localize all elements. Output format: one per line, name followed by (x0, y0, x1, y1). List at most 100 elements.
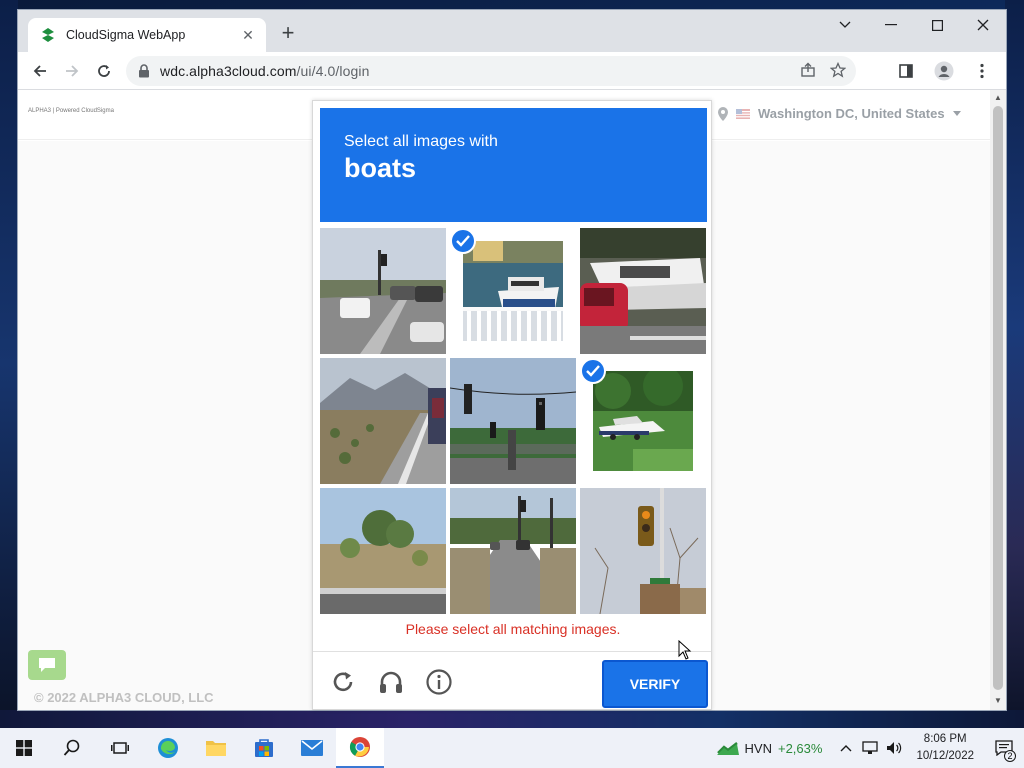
notification-count-badge: 2 (1004, 750, 1016, 762)
side-panel-icon (899, 64, 913, 78)
share-icon[interactable] (800, 62, 816, 78)
desktop-wallpaper-bottom (0, 710, 1024, 728)
clock-date: 10/12/2022 (916, 750, 974, 762)
taskbar-file-explorer[interactable] (192, 728, 240, 768)
alpha3-logo: ALPHA3 | Powered CloudSigma (28, 108, 114, 114)
windows-logo-icon (16, 740, 32, 756)
mouse-cursor-icon (678, 640, 692, 660)
url-text: wdc.alpha3cloud.com/ui/4.0/login (160, 63, 369, 79)
scrollbar-thumb[interactable] (993, 106, 1003, 690)
captcha-tile-4[interactable] (320, 358, 446, 484)
tab-search-button[interactable] (822, 10, 868, 40)
refresh-icon[interactable] (329, 668, 357, 696)
lock-icon (139, 64, 149, 78)
clock-time: 8:06 PM (923, 733, 967, 745)
captcha-tile-image (320, 358, 446, 484)
audio-challenge-icon[interactable] (377, 668, 405, 696)
location-label: Washington DC, United States (758, 106, 945, 121)
profile-button[interactable] (928, 55, 960, 87)
url-host: wdc.alpha3cloud.com (160, 63, 297, 79)
desktop-wallpaper-right (1005, 0, 1024, 728)
cloudsigma-favicon-icon (42, 28, 54, 42)
taskbar-clock[interactable]: 8:06 PM 10/12/2022 (916, 731, 974, 765)
captcha-tile-8[interactable] (450, 488, 576, 614)
stock-widget[interactable]: HVN +2,63% (716, 740, 823, 756)
captcha-tile-image (580, 488, 706, 614)
verify-button[interactable]: VERIFY (602, 660, 708, 708)
info-icon[interactable] (425, 668, 453, 696)
reload-button[interactable] (88, 55, 120, 87)
captcha-tile-image (463, 241, 563, 341)
notification-center-button[interactable]: 2 (984, 728, 1024, 768)
menu-button[interactable] (966, 55, 998, 87)
search-icon (63, 739, 80, 756)
close-window-button[interactable] (960, 10, 1006, 40)
tray-overflow-chevron-icon[interactable] (840, 744, 852, 752)
task-view-icon (111, 742, 129, 754)
edge-icon (158, 738, 178, 758)
taskbar-chrome[interactable] (336, 728, 384, 768)
captcha-tile-9[interactable] (580, 488, 706, 614)
scroll-up-arrow-icon[interactable]: ▲ (994, 93, 1002, 102)
task-view-button[interactable] (96, 728, 144, 768)
captcha-instruction: Select all images with (344, 133, 498, 150)
windows-taskbar: HVN +2,63% 8:06 PM 10/12/2022 2 (0, 728, 1024, 768)
stock-chart-icon (716, 742, 739, 755)
chat-button[interactable] (28, 650, 66, 680)
chat-bubble-icon (39, 658, 55, 672)
caret-down-icon (952, 111, 961, 116)
page-scrollbar[interactable]: ▲ ▼ (990, 90, 1006, 710)
volume-icon[interactable] (886, 741, 902, 755)
browser-toolbar: wdc.alpha3cloud.com/ui/4.0/login (18, 52, 1006, 90)
captcha-tile-3[interactable] (580, 228, 706, 354)
captcha-footer: VERIFY (313, 651, 711, 709)
location-selector[interactable]: Washington DC, United States (718, 106, 961, 121)
stock-change: +2,63% (777, 740, 823, 756)
browser-tab[interactable]: CloudSigma WebApp ✕ (28, 18, 266, 52)
captcha-tile-6[interactable] (580, 358, 706, 484)
minimize-button[interactable] (868, 10, 914, 40)
captcha-tile-image (320, 488, 446, 614)
system-tray: HVN +2,63% 8:06 PM 10/12/2022 2 (716, 728, 1024, 768)
maximize-button[interactable] (914, 10, 960, 40)
copyright-text: © 2022 ALPHA3 CLOUD, LLC (34, 690, 214, 705)
back-arrow-icon (33, 64, 46, 77)
captcha-header: Select all images with boats (320, 108, 707, 222)
bookmark-star-icon[interactable] (830, 62, 846, 78)
reload-icon (98, 64, 110, 77)
start-button[interactable] (0, 728, 48, 768)
us-flag-icon (736, 108, 750, 119)
captcha-tile-2[interactable] (450, 228, 576, 354)
network-icon[interactable] (862, 741, 879, 755)
map-pin-icon (718, 106, 728, 121)
store-icon (255, 739, 273, 757)
folder-icon (206, 741, 226, 756)
captcha-tile-image (450, 488, 576, 614)
captcha-tile-7[interactable] (320, 488, 446, 614)
taskbar-store[interactable] (240, 728, 288, 768)
captcha-tile-1[interactable] (320, 228, 446, 354)
address-bar[interactable]: wdc.alpha3cloud.com/ui/4.0/login (126, 56, 856, 86)
chrome-icon (349, 737, 370, 757)
tab-title: CloudSigma WebApp (66, 28, 186, 42)
forward-button[interactable] (56, 55, 88, 87)
captcha-challenge: Select all images with boats Please sele… (312, 100, 712, 710)
taskbar-edge[interactable] (144, 728, 192, 768)
url-path: /ui/4.0/login (296, 63, 370, 79)
taskbar-mail[interactable] (288, 728, 336, 768)
scroll-down-arrow-icon[interactable]: ▼ (994, 696, 1002, 705)
captcha-target-word: boats (344, 153, 417, 183)
stock-name: HVN (744, 740, 772, 756)
kebab-menu-icon (980, 63, 984, 79)
captcha-tile-image (580, 228, 706, 354)
captcha-tile-image (320, 228, 446, 354)
new-tab-button[interactable]: + (276, 22, 300, 46)
taskbar-search-button[interactable] (48, 728, 96, 768)
mail-icon (301, 740, 323, 756)
avatar-icon (934, 61, 954, 81)
side-panel-button[interactable] (890, 55, 922, 87)
captcha-error-message: Please select all matching images. (405, 621, 621, 637)
captcha-tile-5[interactable] (450, 358, 576, 484)
tab-close-icon[interactable]: ✕ (240, 27, 256, 44)
back-button[interactable] (24, 55, 56, 87)
